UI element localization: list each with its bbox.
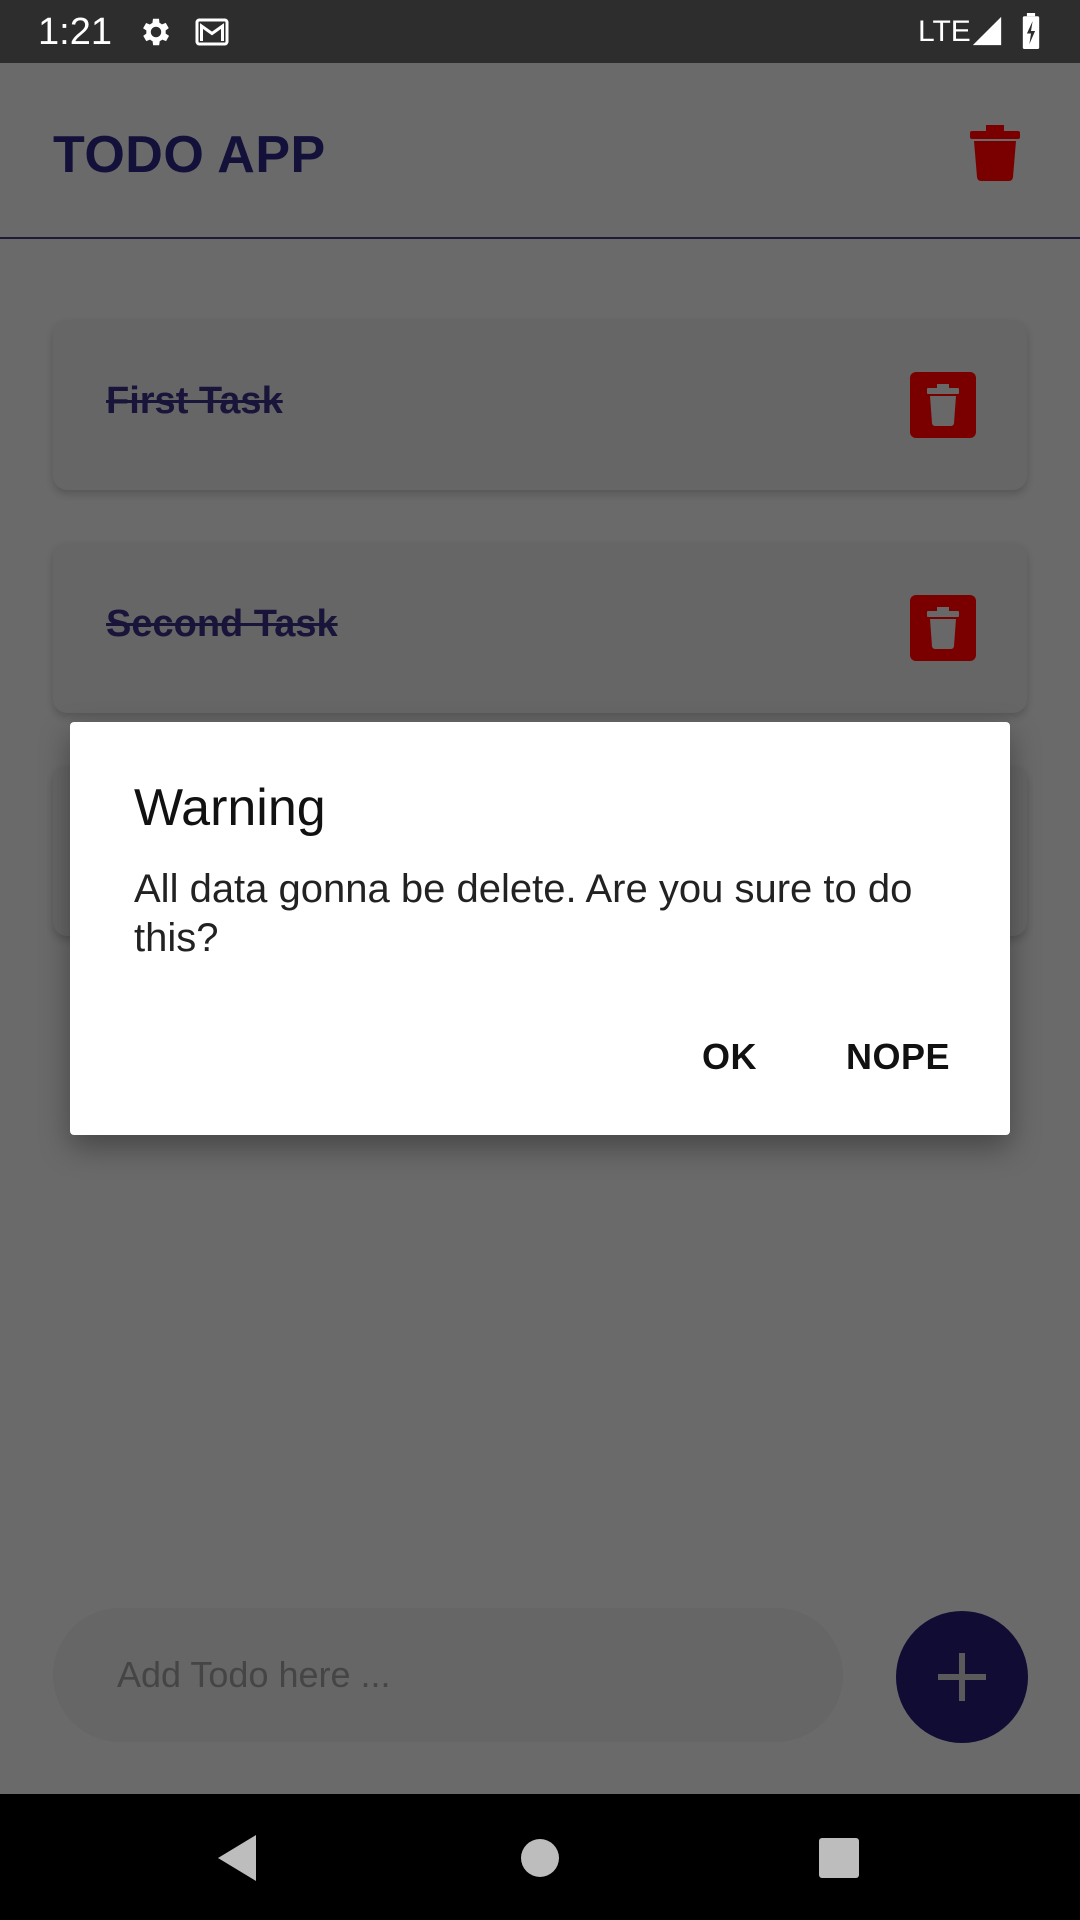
add-todo-placeholder: Add Todo here ... xyxy=(117,1654,391,1695)
trash-icon xyxy=(927,384,959,426)
gear-icon xyxy=(143,18,170,46)
navigation-bar xyxy=(0,1794,1080,1920)
nope-button[interactable]: NOPE xyxy=(846,1036,950,1078)
network-type: LTE xyxy=(918,15,971,48)
dialog-title: Warning xyxy=(134,779,326,837)
ok-button[interactable]: OK xyxy=(702,1036,757,1078)
mail-icon xyxy=(195,18,229,46)
todo-delete-button[interactable] xyxy=(910,595,976,661)
dialog-message: All data gonna be delete. Are you sure t… xyxy=(134,867,913,960)
status-bar: 1:21 LTE xyxy=(0,0,1080,63)
app-header: TODO APP xyxy=(0,63,1080,239)
todo-label: First Task xyxy=(106,380,283,422)
todo-item[interactable]: Second Task xyxy=(53,543,1027,713)
todo-label: Second Task xyxy=(106,603,338,645)
battery-charging-icon xyxy=(1022,13,1040,49)
add-todo-button[interactable] xyxy=(896,1611,1028,1743)
add-todo-input[interactable]: Add Todo here ... xyxy=(53,1608,843,1742)
plus-icon xyxy=(938,1653,986,1701)
home-icon[interactable] xyxy=(513,1831,567,1885)
signal-icon xyxy=(972,16,1002,46)
status-time: 1:21 xyxy=(38,11,112,53)
delete-all-button[interactable] xyxy=(970,125,1020,181)
trash-icon xyxy=(927,607,959,649)
warning-dialog: Warning All data gonna be delete. Are yo… xyxy=(70,722,1010,1135)
todo-delete-button[interactable] xyxy=(910,372,976,438)
recents-icon[interactable] xyxy=(812,1831,866,1885)
app-title: TODO APP xyxy=(53,126,326,184)
todo-item[interactable]: First Task xyxy=(53,320,1027,490)
back-icon[interactable] xyxy=(212,1831,266,1885)
